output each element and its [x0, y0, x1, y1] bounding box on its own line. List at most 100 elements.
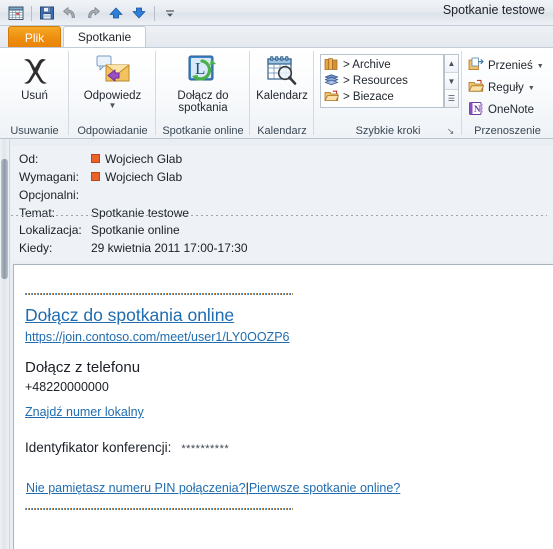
- presence-indicator-icon: [91, 154, 100, 163]
- from-label: Od:: [19, 151, 39, 166]
- find-local-number-link[interactable]: Znajdź numer lokalny: [25, 404, 144, 420]
- ribbon-group-label-odpowiadanie: Odpowiadanie: [77, 125, 148, 137]
- ribbon-group-label-kalendarz: Kalendarz: [257, 125, 307, 137]
- qat-separator-2: [154, 5, 155, 21]
- rules-icon: [468, 79, 484, 97]
- chevron-down-icon[interactable]: ▼: [537, 63, 544, 70]
- required-value[interactable]: Wojciech Glab: [105, 170, 182, 184]
- reading-pane-scrollbar[interactable]: [0, 139, 10, 549]
- location-value[interactable]: Spotkanie online: [91, 223, 180, 237]
- outlook-meeting-window: Spotkanie testowe Plik Spotkanie Usuń Us…: [0, 0, 553, 549]
- meeting-url-link[interactable]: https://join.contoso.com/meet/user1/LY0O…: [25, 329, 553, 345]
- join-meeting-icon: L: [186, 52, 220, 88]
- dolacz-label-line1: Dołącz do: [177, 90, 229, 102]
- quick-steps-scrollbar[interactable]: ▲ ▼ ☰: [444, 54, 459, 108]
- quick-step-resources-label: > Resources: [343, 75, 408, 87]
- chevron-down-icon[interactable]: ▼: [528, 85, 535, 92]
- quick-steps-list: > Archive > Resources > Biezace: [320, 54, 444, 108]
- move-icon: [468, 57, 484, 75]
- tab-spotkanie[interactable]: Spotkanie: [63, 26, 146, 48]
- conference-id-label: Identyfikator konferencji:: [25, 440, 172, 455]
- title-bar: Spotkanie testowe: [0, 0, 553, 26]
- ribbon-group-spotkanie-online: L Dołącz do spotkania Spotkanie online: [156, 48, 250, 139]
- books-icon: [324, 57, 339, 74]
- presence-indicator-icon: [91, 172, 100, 181]
- next-item-icon[interactable]: [129, 3, 149, 23]
- from-value[interactable]: Wojciech Glab: [105, 152, 182, 166]
- ribbon-group-label-szybkie-kroki: Szybkie kroki: [355, 125, 421, 137]
- previous-item-icon[interactable]: [106, 3, 126, 23]
- optional-label: Opcjonalni:: [19, 187, 80, 202]
- header-row-from: Od: Wojciech Glab: [19, 150, 182, 167]
- scrollbar-thumb[interactable]: [1, 159, 8, 279]
- ribbon-group-label-usuwanie: Usuwanie: [10, 125, 59, 137]
- header-row-location: Lokalizacja: Spotkanie online: [19, 221, 180, 238]
- subject-label: Temat:: [19, 205, 56, 220]
- window-title: Spotkanie testowe: [442, 3, 545, 17]
- ribbon-group-usuwanie: Usuń Usuwanie: [0, 48, 69, 139]
- forgot-pin-link[interactable]: Nie pamiętasz numeru PIN połączenia?: [26, 481, 246, 495]
- body-divider-top: [25, 293, 293, 295]
- quick-step-biezace-label: > Biezace: [343, 91, 394, 103]
- dolacz-label-line2: spotkania: [178, 102, 228, 114]
- delete-x-icon: [18, 52, 52, 88]
- przenies-button[interactable]: Przenieś ▼: [464, 55, 553, 77]
- save-icon[interactable]: [37, 3, 57, 23]
- join-by-phone-heading: Dołącz z telefonu: [25, 359, 141, 376]
- ribbon-group-label-przenoszenie: Przenoszenie: [474, 125, 541, 137]
- when-label: Kiedy:: [19, 240, 53, 255]
- quick-step-biezace[interactable]: > Biezace: [324, 89, 443, 105]
- header-row-optional: Opcjonalni:: [19, 186, 91, 203]
- calendar-icon[interactable]: [6, 3, 26, 23]
- quick-steps-more-button[interactable]: ☰: [445, 90, 458, 108]
- quick-step-resources[interactable]: > Resources: [324, 73, 443, 89]
- ribbon-group-przenoszenie: Przenieś ▼ Reguły ▼ N OneNote Przenoszen…: [462, 48, 553, 139]
- body-divider-bottom: [25, 508, 293, 510]
- reply-icon: [95, 52, 131, 88]
- dolacz-do-spotkania-button[interactable]: L Dołącz do spotkania: [156, 52, 250, 114]
- tab-plik[interactable]: Plik: [8, 26, 61, 48]
- ribbon: Usuń Usuwanie Odpowiedz ▼ Odpowiadanie L…: [0, 47, 553, 139]
- customize-qat-icon[interactable]: [160, 3, 180, 23]
- ribbon-group-odpowiadanie: Odpowiedz ▼ Odpowiadanie: [69, 48, 156, 139]
- chevron-down-icon[interactable]: ▼: [109, 102, 117, 110]
- onenote-button[interactable]: N OneNote: [464, 99, 553, 121]
- onenote-label: OneNote: [488, 104, 535, 116]
- conference-id-row: Identyfikator konferencji: **********: [25, 439, 553, 458]
- scroll-down-button[interactable]: ▼: [445, 72, 458, 91]
- undo-icon[interactable]: [60, 3, 80, 23]
- scroll-up-button[interactable]: ▲: [445, 55, 458, 73]
- dialog-launcher-icon[interactable]: ↘: [445, 126, 456, 137]
- usun-button[interactable]: Usuń: [0, 52, 69, 102]
- kalendarz-button[interactable]: Kalendarz: [250, 52, 314, 102]
- ribbon-group-kalendarz: Kalendarz Kalendarz: [250, 48, 314, 139]
- przenies-label: Przenieś: [488, 60, 533, 72]
- when-value[interactable]: 29 kwietnia 2011 17:00-17:30: [91, 241, 248, 255]
- subject-value[interactable]: Spotkanie testowe: [91, 206, 189, 220]
- first-online-meeting-link[interactable]: Pierwsze spotkanie online?: [249, 481, 400, 495]
- quick-step-archive[interactable]: > Archive: [324, 57, 443, 73]
- conference-id-value: **********: [181, 443, 230, 455]
- redo-icon[interactable]: [83, 3, 103, 23]
- quick-step-archive-label: > Archive: [343, 59, 391, 71]
- reguly-button[interactable]: Reguły ▼: [464, 77, 553, 99]
- kalendarz-label: Kalendarz: [256, 90, 308, 102]
- message-header-secondary: Lokalizacja: Spotkanie online Kiedy: 29 …: [11, 219, 553, 261]
- ribbon-tab-strip: Plik Spotkanie: [0, 26, 553, 48]
- book-icon: [324, 73, 339, 90]
- join-online-meeting-link[interactable]: Dołącz do spotkania online: [25, 304, 553, 326]
- message-body[interactable]: Dołącz do spotkania online https://join.…: [13, 264, 553, 549]
- calendar-search-icon: [265, 52, 299, 88]
- header-row-when: Kiedy: 29 kwietnia 2011 17:00-17:30: [19, 239, 248, 256]
- footer-links-row: Nie pamiętasz numeru PIN połączenia?|Pie…: [26, 480, 553, 496]
- header-row-required: Wymagani: Wojciech Glab: [19, 168, 182, 185]
- phone-number: +48220000000: [25, 380, 109, 394]
- ribbon-group-szybkie-kroki: > Archive > Resources > Biezace ▲ ▼ ☰ Sz…: [314, 48, 462, 139]
- odpowiedz-button[interactable]: Odpowiedz ▼: [69, 52, 156, 110]
- ribbon-group-label-spotkanie-online: Spotkanie online: [162, 125, 244, 137]
- header-divider: [11, 215, 547, 216]
- quick-access-toolbar: [6, 2, 180, 24]
- required-label: Wymagani:: [19, 169, 79, 184]
- folder-icon: [324, 89, 339, 106]
- location-label: Lokalizacja:: [19, 222, 82, 237]
